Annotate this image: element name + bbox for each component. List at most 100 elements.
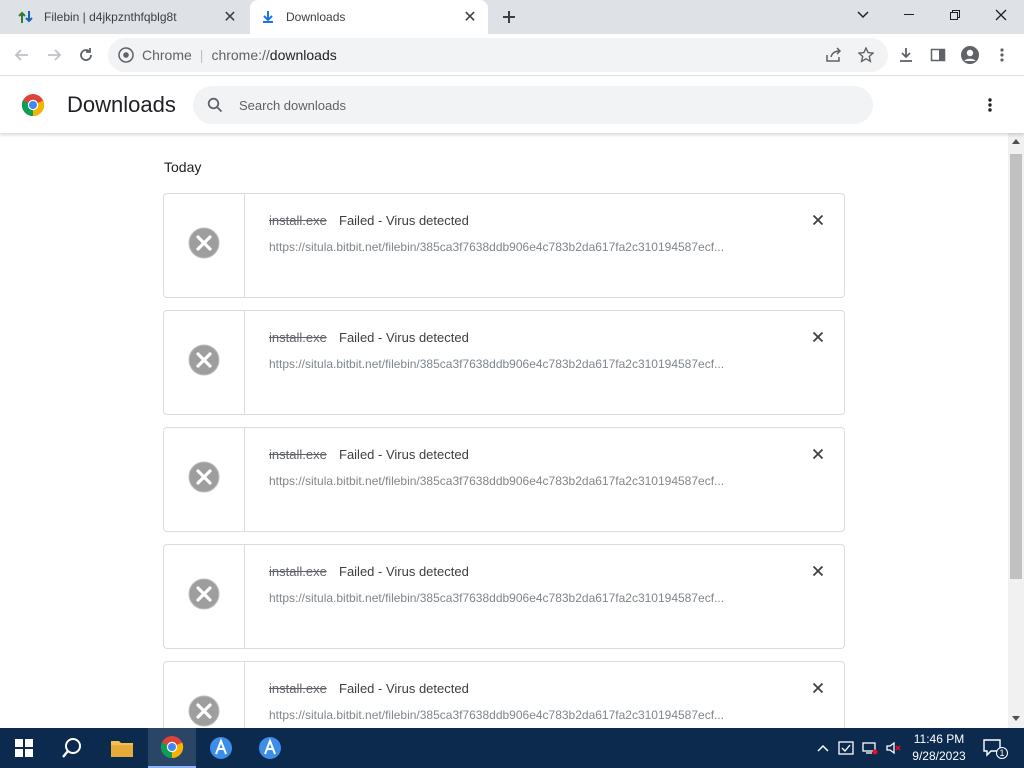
download-status: Failed - Virus detected xyxy=(339,564,469,579)
close-window-icon[interactable] xyxy=(978,0,1024,30)
folder-icon xyxy=(111,741,133,757)
chrome-menu-icon[interactable] xyxy=(988,41,1016,69)
show-hidden-icons-icon[interactable] xyxy=(813,738,833,758)
notifications-icon[interactable]: 1 xyxy=(983,738,1008,759)
url-scheme: chrome:// xyxy=(211,47,270,63)
downloads-header: Downloads xyxy=(0,77,1024,133)
clock-time: 11:46 PM xyxy=(913,732,965,746)
side-panel-icon[interactable] xyxy=(924,41,952,69)
browser-toolbar: Chrome | chrome://downloads xyxy=(0,34,1024,76)
remove-from-list-icon[interactable] xyxy=(808,327,828,347)
download-item: install.exe Failed - Virus detected http… xyxy=(163,544,845,649)
search-icon xyxy=(62,738,81,758)
minimize-icon[interactable] xyxy=(886,0,932,30)
tab-filebin[interactable]: Filebin | d4jkpznthfqblg8t ✕ xyxy=(8,0,248,34)
chrome-logo-icon xyxy=(21,93,45,117)
reload-icon[interactable] xyxy=(72,41,100,69)
close-tab-icon[interactable]: ✕ xyxy=(220,7,240,27)
download-url[interactable]: https://situla.bitbit.net/filebin/385ca3… xyxy=(269,591,724,605)
download-item: install.exe Failed - Virus detected http… xyxy=(163,661,845,728)
profile-avatar-icon[interactable] xyxy=(956,41,984,69)
download-status: Failed - Virus detected xyxy=(339,213,469,228)
download-filename[interactable]: install.exe xyxy=(269,213,327,228)
download-filename[interactable]: install.exe xyxy=(269,330,327,345)
system-clock[interactable]: 11:46 PM 9/28/2023 xyxy=(906,731,972,765)
tab-strip: Filebin | d4jkpznthfqblg8t ✕ Downloads ✕ xyxy=(0,0,1024,34)
download-filename[interactable]: install.exe xyxy=(269,681,327,696)
download-url[interactable]: https://situla.bitbit.net/filebin/385ca3… xyxy=(269,708,724,722)
app-taskbar-button-2[interactable] xyxy=(246,728,294,768)
bookmark-star-icon[interactable] xyxy=(852,41,880,69)
windows-taskbar: 11:46 PM 9/28/2023 1 xyxy=(0,728,1024,768)
download-url[interactable]: https://situla.bitbit.net/filebin/385ca3… xyxy=(269,240,724,254)
windows-logo-icon xyxy=(15,739,33,757)
download-filename[interactable]: install.exe xyxy=(269,447,327,462)
file-explorer-button[interactable] xyxy=(98,728,146,768)
failed-download-icon xyxy=(188,695,220,728)
filebin-favicon-icon xyxy=(18,9,34,25)
download-item: install.exe Failed - Virus detected http… xyxy=(163,310,845,415)
start-button[interactable] xyxy=(0,728,48,768)
download-item-icon-area xyxy=(164,428,245,531)
remove-from-list-icon[interactable] xyxy=(808,678,828,698)
restore-icon[interactable] xyxy=(932,0,978,30)
scrollbar-thumb[interactable] xyxy=(1010,154,1022,579)
notification-count-badge: 1 xyxy=(996,747,1008,759)
search-taskbar-button[interactable] xyxy=(48,728,96,768)
omnibox-separator: | xyxy=(199,47,204,63)
tab-downloads[interactable]: Downloads ✕ xyxy=(250,0,488,34)
url-path: downloads xyxy=(269,47,337,63)
download-item-icon-area xyxy=(164,194,245,297)
app-a-icon xyxy=(259,737,281,759)
chrome-taskbar-button[interactable] xyxy=(148,728,196,768)
address-bar[interactable]: Chrome | chrome://downloads xyxy=(108,38,888,72)
download-item-icon-area xyxy=(164,662,245,728)
date-section-label: Today xyxy=(164,159,202,175)
forward-icon[interactable] xyxy=(40,41,68,69)
scroll-down-arrow-icon[interactable] xyxy=(1012,716,1020,721)
download-status: Failed - Virus detected xyxy=(339,681,469,696)
scroll-up-arrow-icon[interactable] xyxy=(1012,139,1020,144)
back-icon[interactable] xyxy=(8,41,36,69)
page-title: Downloads xyxy=(67,92,176,117)
download-status: Failed - Virus detected xyxy=(339,330,469,345)
omnibox-chip: Chrome xyxy=(142,47,192,63)
chrome-page-icon xyxy=(118,47,134,63)
security-tray-icon[interactable] xyxy=(836,738,856,758)
download-item-icon-area xyxy=(164,545,245,648)
download-item-icon-area xyxy=(164,311,245,414)
clock-date: 9/28/2023 xyxy=(912,749,966,763)
download-filename[interactable]: install.exe xyxy=(269,564,327,579)
search-icon xyxy=(205,95,225,115)
failed-download-icon xyxy=(188,578,220,615)
downloads-more-menu-icon[interactable] xyxy=(978,93,1002,117)
network-icon[interactable] xyxy=(860,738,880,758)
download-item: install.exe Failed - Virus detected http… xyxy=(163,193,845,298)
download-status: Failed - Virus detected xyxy=(339,447,469,462)
omnibox-url: chrome://downloads xyxy=(211,47,336,63)
page-scrollbar[interactable] xyxy=(1008,133,1024,728)
remove-from-list-icon[interactable] xyxy=(808,561,828,581)
download-url[interactable]: https://situla.bitbit.net/filebin/385ca3… xyxy=(269,474,724,488)
download-favicon-icon xyxy=(260,9,276,25)
failed-download-icon xyxy=(188,461,220,498)
downloads-icon[interactable] xyxy=(892,41,920,69)
tab-title: Filebin | d4jkpznthfqblg8t xyxy=(44,10,177,24)
app-a-icon xyxy=(210,737,232,759)
new-tab-icon[interactable] xyxy=(498,6,520,28)
failed-download-icon xyxy=(188,227,220,264)
remove-from-list-icon[interactable] xyxy=(808,210,828,230)
share-icon[interactable] xyxy=(820,41,848,69)
volume-muted-icon[interactable] xyxy=(884,738,904,758)
close-tab-icon[interactable]: ✕ xyxy=(460,7,480,27)
app-taskbar-button-1[interactable] xyxy=(197,728,245,768)
tab-title: Downloads xyxy=(286,10,346,24)
failed-download-icon xyxy=(188,344,220,381)
downloads-list: Today install.exe Failed - Virus detecte… xyxy=(0,133,1008,728)
remove-from-list-icon[interactable] xyxy=(808,444,828,464)
search-downloads-box[interactable] xyxy=(193,86,873,124)
tab-search-icon[interactable] xyxy=(840,0,886,30)
search-input[interactable] xyxy=(239,97,839,113)
download-url[interactable]: https://situla.bitbit.net/filebin/385ca3… xyxy=(269,357,724,371)
chrome-logo-icon xyxy=(160,736,184,759)
